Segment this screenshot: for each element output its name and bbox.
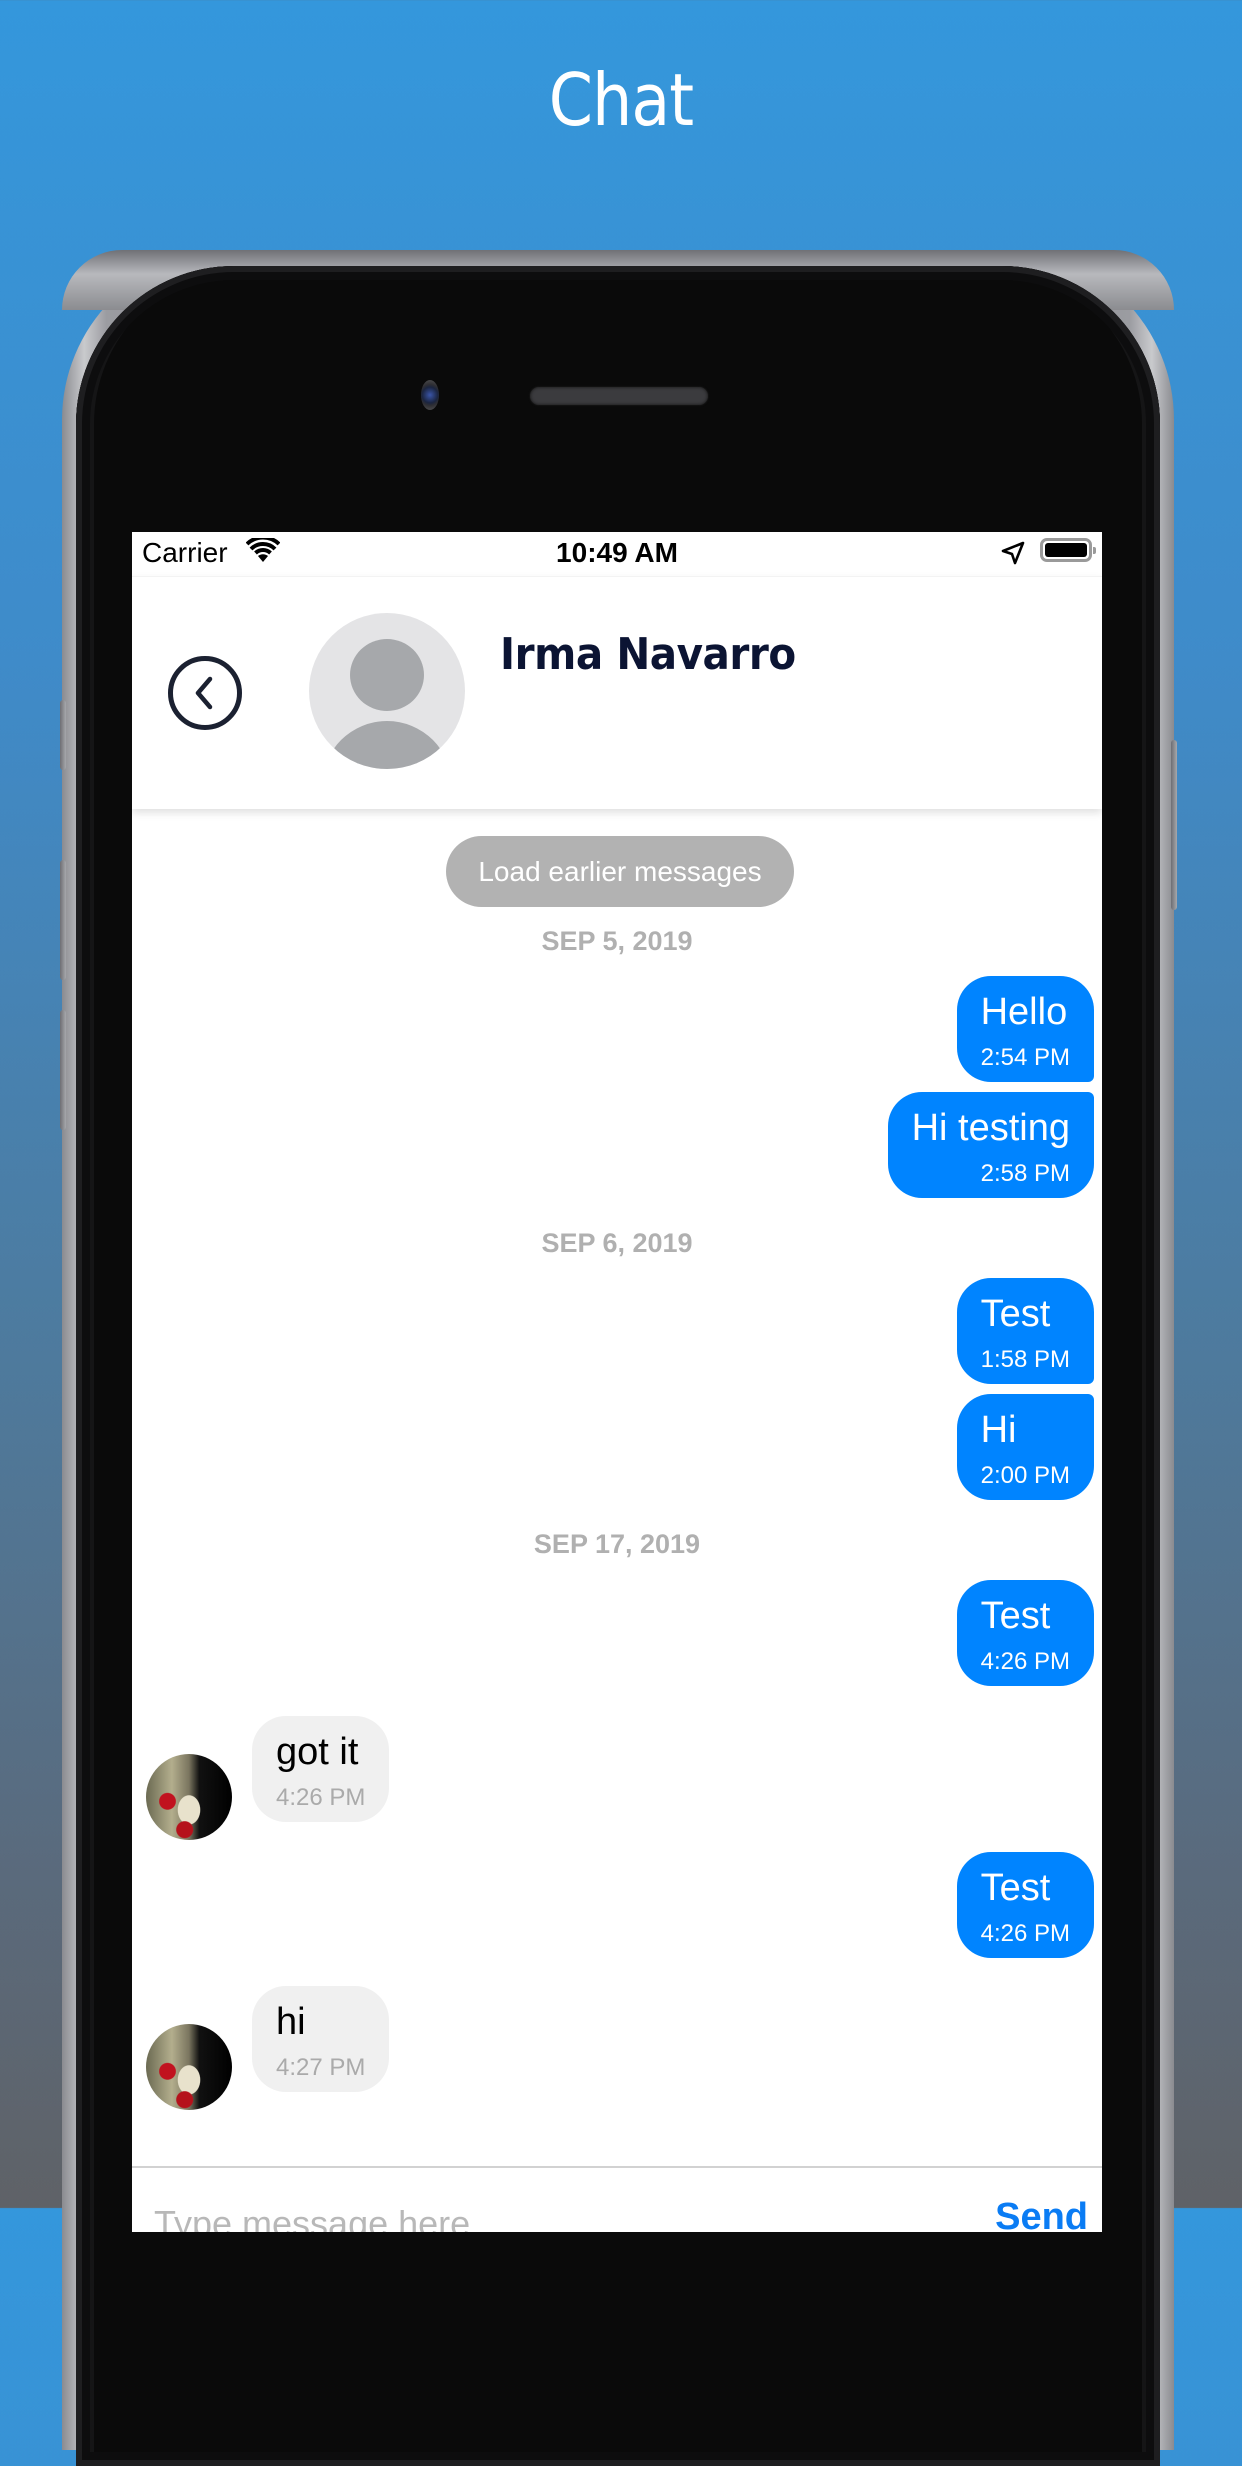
volume-down-button: [60, 1010, 66, 1130]
contact-avatar[interactable]: [309, 613, 465, 769]
avatar-head-shape: [350, 639, 424, 711]
message-text: Test: [980, 1595, 1051, 1637]
front-camera-icon: [421, 380, 439, 410]
message-text: Hi testing: [911, 1107, 1070, 1149]
promo-title: Chat: [548, 58, 694, 142]
send-button[interactable]: Send: [995, 2196, 1088, 2232]
message-text: Test: [980, 1867, 1051, 1909]
contact-name[interactable]: Irma Navarro: [500, 629, 796, 680]
earpiece-speaker: [530, 387, 708, 405]
message-time: 2:00 PM: [980, 1462, 1070, 1489]
message-time: 1:58 PM: [980, 1346, 1070, 1373]
message-bubble-outgoing[interactable]: Hi 2:00 PM: [956, 1394, 1094, 1500]
phone-screen: Carrier 10:49 AM Irma Navarro Load earli…: [132, 532, 1102, 2232]
message-time: 4:26 PM: [980, 1648, 1070, 1675]
message-bubble-incoming[interactable]: hi 4:27 PM: [252, 1986, 390, 2092]
message-bubble-outgoing[interactable]: Test 4:26 PM: [956, 1580, 1094, 1686]
status-bar: Carrier 10:49 AM: [132, 532, 1102, 574]
message-time: 4:26 PM: [980, 1920, 1070, 1947]
message-bubble-outgoing[interactable]: Test 4:26 PM: [956, 1852, 1094, 1958]
load-earlier-button[interactable]: Load earlier messages: [446, 836, 794, 907]
message-text: got it: [276, 1731, 359, 1773]
sender-avatar[interactable]: [146, 1754, 232, 1840]
message-time: 4:27 PM: [276, 2054, 366, 2081]
date-separator: SEP 6, 2019: [541, 1228, 693, 1258]
message-time: 2:54 PM: [980, 1044, 1070, 1071]
volume-up-button: [60, 860, 66, 980]
date-separator: SEP 17, 2019: [533, 1529, 701, 1559]
power-button: [1171, 740, 1177, 910]
message-input[interactable]: [154, 2194, 934, 2232]
avatar-body-shape: [322, 721, 452, 769]
volume-button: [60, 700, 66, 770]
message-bubble-incoming[interactable]: got it 4:26 PM: [252, 1716, 390, 1822]
message-time: 4:26 PM: [276, 1784, 366, 1811]
message-bubble-outgoing[interactable]: Hi testing 2:58 PM: [887, 1092, 1094, 1198]
message-text: Test: [980, 1293, 1051, 1335]
sender-avatar[interactable]: [146, 2024, 232, 2110]
message-time: 2:58 PM: [980, 1160, 1070, 1187]
message-text: hi: [276, 2001, 306, 2043]
status-time: 10:49 AM: [556, 537, 678, 568]
message-composer: Send: [132, 2166, 1102, 2232]
date-separator: SEP 5, 2019: [541, 926, 693, 956]
location-arrow-icon: [1001, 541, 1025, 565]
message-bubble-outgoing[interactable]: Test 1:58 PM: [956, 1278, 1094, 1384]
chevron-left-icon: [195, 676, 213, 710]
back-button[interactable]: [168, 656, 242, 730]
message-text: Hi: [980, 1409, 1017, 1451]
message-bubble-outgoing[interactable]: Hello 2:54 PM: [956, 976, 1094, 1082]
message-list[interactable]: Load earlier messages SEP 5, 2019 Hello …: [132, 808, 1102, 2198]
message-text: Hello: [980, 991, 1068, 1033]
chat-header: Irma Navarro: [132, 576, 1102, 809]
battery-icon: [1040, 538, 1096, 562]
